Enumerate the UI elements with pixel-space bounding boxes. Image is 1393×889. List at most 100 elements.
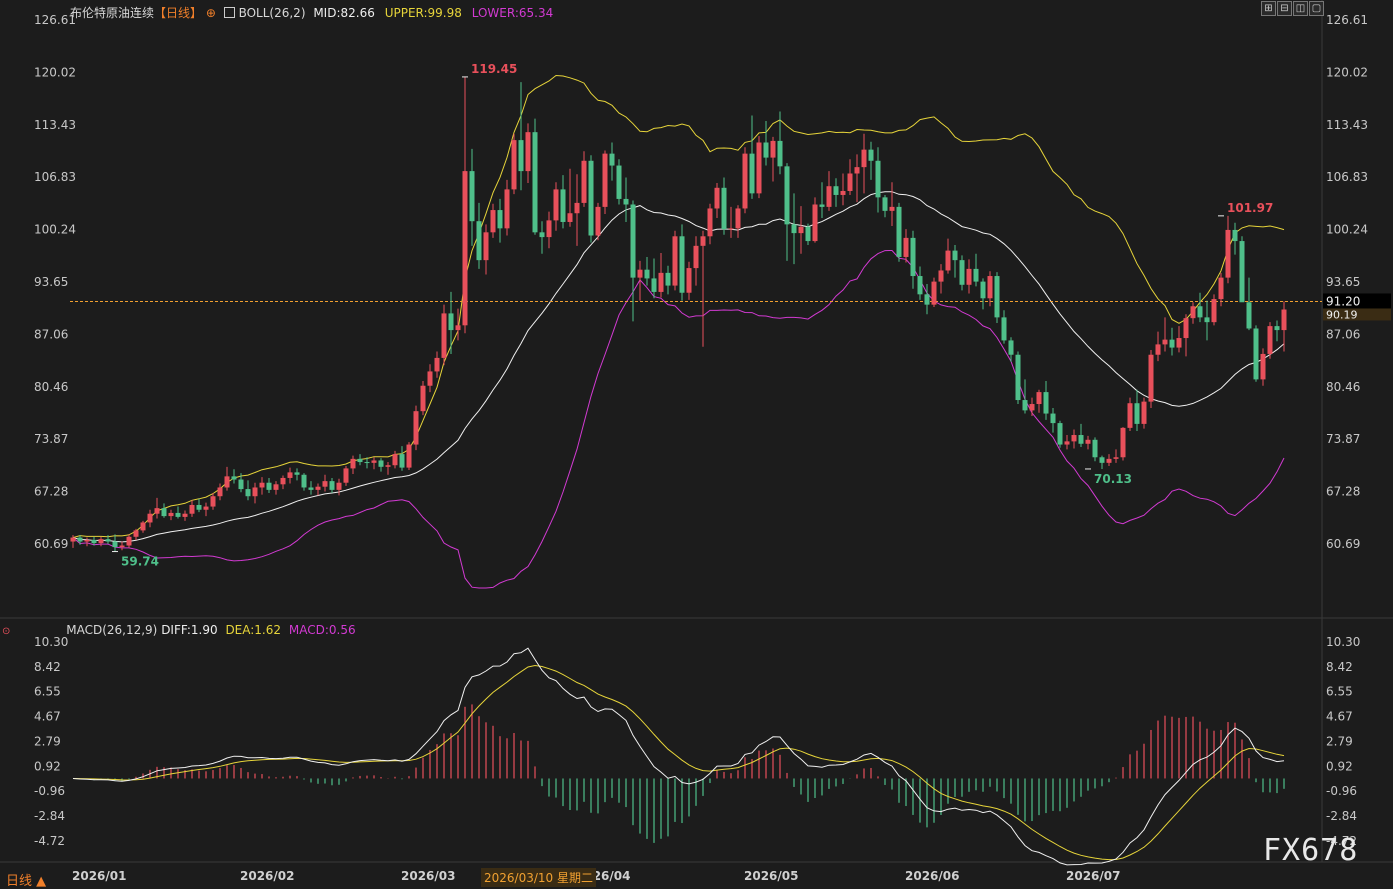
- macd-macd-value: MACD:0.56: [288, 623, 356, 637]
- candle-body: [777, 140, 783, 167]
- candle-body: [455, 325, 461, 331]
- candle-body: [441, 313, 447, 358]
- macd-tick-left: 4.67: [34, 710, 61, 724]
- candle-body: [1274, 326, 1280, 331]
- candle-body: [637, 269, 643, 278]
- candle-body: [924, 294, 930, 305]
- candle-body: [196, 504, 202, 510]
- period-tag[interactable]: 【日线】: [154, 6, 202, 20]
- toolbar-button-1[interactable]: ⊞: [1261, 1, 1276, 16]
- candle-body: [203, 506, 209, 510]
- candle-body: [1008, 340, 1014, 355]
- price-tick-left: 93.65: [34, 275, 68, 289]
- candle-body: [840, 190, 846, 195]
- candle-body: [105, 539, 111, 542]
- candle-body: [1183, 318, 1189, 339]
- candle-body: [931, 281, 937, 305]
- price-tick-left: 60.69: [34, 537, 68, 551]
- candle-body: [280, 477, 286, 485]
- candle-body: [1120, 427, 1126, 458]
- candle-body: [357, 458, 363, 463]
- boll-mid-value: MID:82.66: [313, 6, 375, 20]
- macd-tick-left: 0.92: [34, 759, 61, 773]
- candle-body: [133, 530, 139, 537]
- candle-body: [301, 474, 307, 488]
- candle-body: [119, 545, 125, 548]
- candle-body: [742, 153, 748, 209]
- candle-body: [1232, 229, 1238, 242]
- candle-body: [308, 487, 314, 490]
- price-tick-right: 73.87: [1326, 432, 1360, 446]
- candle-body: [861, 149, 867, 168]
- candle-body: [511, 140, 517, 190]
- settings-gear-icon[interactable]: ⊕: [206, 6, 216, 20]
- candle-body: [231, 476, 237, 480]
- candle-body: [602, 153, 608, 207]
- trading-chart-window: 60.69 60.69 67.28 67.28 73.87 73.87 80.46 80.46…: [0, 0, 1393, 889]
- candle-body: [903, 237, 909, 257]
- candle-body: [917, 276, 923, 295]
- price-tick-right: 67.28: [1326, 485, 1360, 499]
- candle-body: [77, 537, 83, 542]
- candle-body: [385, 465, 391, 467]
- candle-body: [1260, 353, 1266, 380]
- candle-body: [1043, 392, 1049, 414]
- price-tick-left: 120.02: [34, 65, 76, 79]
- price-tick-right: 120.02: [1326, 65, 1368, 79]
- chart-canvas[interactable]: 60.69 60.69 67.28 67.28 73.87 73.87 80.46 80.46…: [0, 0, 1393, 886]
- candle-body: [490, 210, 496, 233]
- candle-body: [399, 454, 405, 468]
- candle-body: [1267, 326, 1273, 354]
- macd-tick-left: 6.55: [34, 685, 61, 699]
- target-icon[interactable]: ⊙: [2, 626, 10, 637]
- candle-body: [875, 160, 881, 198]
- candle-body: [91, 539, 97, 544]
- candle-body: [287, 472, 293, 478]
- candle-body: [252, 487, 258, 497]
- candle-body: [784, 166, 790, 225]
- period-selector[interactable]: 日线 ▲: [6, 870, 46, 889]
- candle-body: [651, 278, 657, 292]
- candle-body: [693, 245, 699, 269]
- macd-indicator-label[interactable]: MACD(26,12,9): [66, 623, 157, 637]
- price-tick-left: 100.24: [34, 223, 76, 237]
- candle-body: [1225, 229, 1231, 278]
- candle-body: [1218, 277, 1224, 300]
- macd-tick-right: 10.30: [1326, 635, 1360, 649]
- boll-lower-value: LOWER:65.34: [471, 6, 554, 20]
- watermark-logo: FX678: [1263, 833, 1359, 868]
- toolbar-button-2[interactable]: ⊟: [1277, 1, 1292, 16]
- candle-body: [826, 186, 832, 207]
- candle-body: [371, 460, 377, 463]
- candle-body: [1064, 441, 1070, 445]
- candle-body: [714, 187, 720, 209]
- macd-tick-right: -2.84: [1326, 809, 1357, 823]
- boll-upper-value: UPPER:99.98: [384, 6, 462, 20]
- toolbar-button-4[interactable]: ▢: [1309, 1, 1324, 16]
- boll-indicator-label[interactable]: BOLL(26,2): [239, 6, 306, 20]
- candle-body: [994, 276, 1000, 318]
- candle-body: [1204, 317, 1210, 323]
- candle-body: [616, 165, 622, 199]
- candle-body: [553, 189, 559, 221]
- toolbar-button-3[interactable]: ◫: [1293, 1, 1308, 16]
- candle-body: [259, 482, 265, 488]
- macd-tick-left: -2.84: [34, 809, 65, 823]
- price-tick-right: 93.65: [1326, 275, 1360, 289]
- candle-body: [665, 272, 671, 286]
- candle-body: [294, 472, 300, 475]
- extreme-price-label: 119.45: [471, 62, 517, 76]
- candle-body: [1113, 457, 1119, 459]
- candle-body: [427, 371, 433, 386]
- indicator-toggle-icon[interactable]: [223, 7, 235, 18]
- candle-body: [217, 487, 223, 497]
- candle-body: [672, 236, 678, 286]
- extreme-price-label: 101.97: [1227, 201, 1273, 215]
- candle-body: [1211, 299, 1217, 323]
- macd-tick-right: 0.92: [1326, 759, 1353, 773]
- main-header: 布伦特原油连续【日线】 ⊕ BOLL(26,2) MID:82.66 UPPER…: [70, 4, 553, 21]
- candle-body: [112, 541, 118, 548]
- macd-tick-left: -4.72: [34, 834, 65, 848]
- candle-body: [812, 204, 818, 242]
- candle-body: [1078, 435, 1084, 444]
